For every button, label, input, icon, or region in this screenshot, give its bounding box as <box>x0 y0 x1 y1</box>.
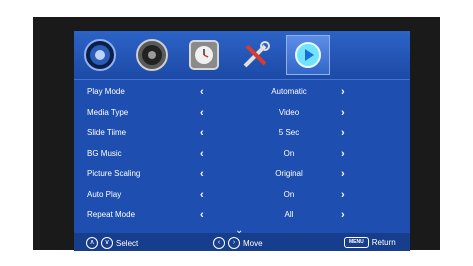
chevron-right-icon[interactable]: › <box>341 103 345 124</box>
chevron-right-icon[interactable]: › <box>341 205 345 226</box>
setting-row-picture-scaling[interactable]: Picture Scaling ‹ Original › <box>74 164 410 185</box>
left-arrow-icon: ‹ <box>213 237 225 249</box>
tab-picture[interactable] <box>78 35 122 75</box>
tv-frame: Play Mode ‹ Automatic › Media Type ‹ Vid… <box>0 0 473 266</box>
return-hint-label: Return <box>371 238 396 247</box>
setting-label: Media Type <box>87 107 129 117</box>
setting-row-play-mode[interactable]: Play Mode ‹ Automatic › <box>74 82 410 103</box>
setting-value: On <box>283 148 295 158</box>
menu-footer: ∧ ∨ Select ‹ › Move MENU Return <box>74 233 410 251</box>
setting-value: All <box>284 210 294 219</box>
sound-icon <box>136 39 168 71</box>
chevron-left-icon[interactable]: ‹ <box>200 164 204 185</box>
chevron-left-icon[interactable]: ‹ <box>200 103 204 124</box>
chevron-right-icon[interactable]: › <box>341 123 345 144</box>
setting-label: Auto Play <box>87 189 122 199</box>
setting-row-repeat-mode[interactable]: Repeat Mode ‹ All › <box>74 205 410 226</box>
tab-time[interactable] <box>182 35 226 75</box>
chevron-right-icon[interactable]: › <box>341 82 345 103</box>
setting-label: BG Music <box>87 148 122 158</box>
chevron-left-icon[interactable]: ‹ <box>200 205 204 226</box>
setting-row-slide-time[interactable]: Slide Tiime ‹ 5 Sec › <box>74 123 410 144</box>
down-arrow-icon: ∨ <box>101 237 113 249</box>
tab-media[interactable] <box>286 35 330 75</box>
setting-value: On <box>283 189 295 199</box>
chevron-left-icon[interactable]: ‹ <box>200 123 204 144</box>
time-icon <box>189 40 219 70</box>
media-settings-menu: Play Mode ‹ Automatic › Media Type ‹ Vid… <box>74 31 410 251</box>
menu-tab-bar <box>74 31 410 80</box>
menu-key[interactable]: MENU <box>344 237 369 248</box>
chevron-left-icon[interactable]: ‹ <box>200 144 204 165</box>
return-hint: MENU Return <box>344 237 396 248</box>
chevron-right-icon[interactable]: › <box>341 185 345 206</box>
setting-row-bg-music[interactable]: BG Music ‹ On › <box>74 144 410 165</box>
right-arrow-icon: › <box>228 237 240 249</box>
setting-value: 5 Sec <box>278 128 300 137</box>
select-hint-label: Select <box>116 238 139 248</box>
select-hint: ∧ ∨ Select <box>86 237 138 249</box>
setting-value: Video <box>278 107 300 117</box>
setting-row-auto-play[interactable]: Auto Play ‹ On › <box>74 185 410 206</box>
setting-row-media-type[interactable]: Media Type ‹ Video › <box>74 103 410 124</box>
up-arrow-icon: ∧ <box>86 237 98 249</box>
setting-label: Slide Tiime <box>87 128 127 137</box>
settings-list: Play Mode ‹ Automatic › Media Type ‹ Vid… <box>74 82 410 226</box>
chevron-left-icon[interactable]: ‹ <box>200 82 204 103</box>
setting-value: Original <box>275 169 303 178</box>
setting-label: Repeat Mode <box>87 210 136 219</box>
tab-sound[interactable] <box>130 35 174 75</box>
tab-setup[interactable] <box>234 35 278 75</box>
move-hint-label: Move <box>243 238 263 248</box>
setting-label: Play Mode <box>87 87 125 96</box>
setting-value: Automatic <box>271 87 307 96</box>
chevron-right-icon[interactable]: › <box>341 164 345 185</box>
picture-icon <box>84 39 116 71</box>
chevron-left-icon[interactable]: ‹ <box>200 185 204 206</box>
move-hint: ‹ › Move <box>213 237 263 249</box>
setting-label: Picture Scaling <box>87 169 141 178</box>
chevron-right-icon[interactable]: › <box>341 144 345 165</box>
media-icon <box>295 42 321 68</box>
setup-icon <box>243 41 270 68</box>
